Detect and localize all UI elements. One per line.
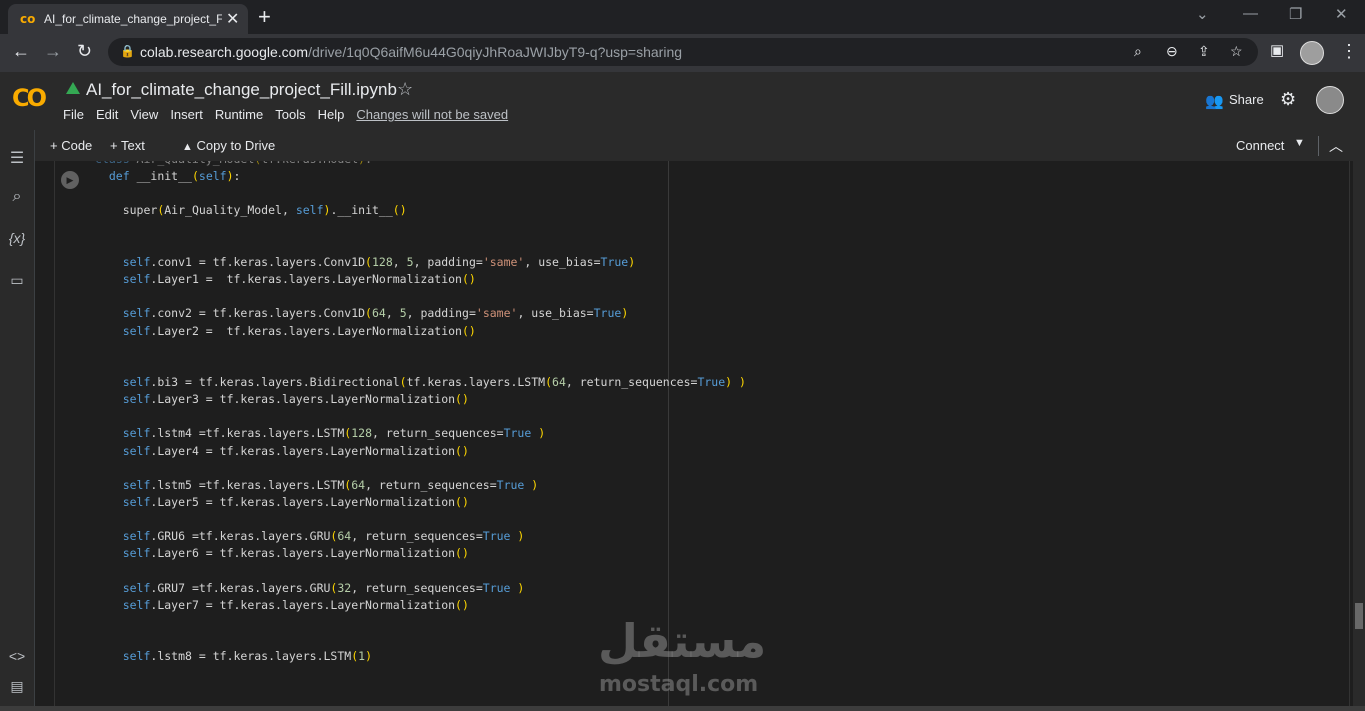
add-code-button[interactable]: + Code [50, 138, 92, 153]
code-line[interactable]: self.Layer2 = tf.keras.layers.LayerNorma… [95, 324, 476, 338]
omnibox[interactable]: 🔒 colab.research.google.com/drive/1q0Q6a… [108, 38, 1258, 66]
profile-avatar[interactable] [1300, 41, 1324, 65]
star-icon[interactable]: ☆ [397, 79, 413, 100]
code-line[interactable]: self.GRU7 =tf.keras.layers.GRU(32, retur… [95, 581, 525, 595]
browser-tab[interactable]: co AI_for_climate_change_project_Fi ✕ [8, 4, 248, 34]
code-line[interactable]: super(Air_Quality_Model, self).__init__(… [95, 203, 407, 217]
address-bar: ← → ↻ 🔒 colab.research.google.com/drive/… [0, 34, 1365, 72]
connect-button[interactable]: Connect [1236, 138, 1284, 153]
search-icon[interactable]: ⌕ [1134, 43, 1142, 60]
people-icon[interactable]: 👥 [1205, 92, 1224, 110]
unsaved-notice[interactable]: Changes will not be saved [356, 107, 508, 122]
watermark-latin: mostaql.com [599, 672, 759, 697]
code-line[interactable]: self.Layer5 = tf.keras.layers.LayerNorma… [95, 495, 469, 509]
copy-to-drive-button[interactable]: ▲ Copy to Drive [182, 138, 275, 153]
search-icon[interactable]: ⌕ [7, 188, 27, 206]
code-line[interactable]: self.lstm5 =tf.keras.layers.LSTM(64, ret… [95, 478, 539, 492]
code-line[interactable]: class Air_Quality_Model(tf.keras.Model): [95, 161, 372, 166]
terminal-icon[interactable]: ▤ [7, 678, 27, 695]
close-tab-icon[interactable]: ✕ [226, 9, 239, 29]
colab-favicon-icon: co [20, 12, 36, 26]
share-button[interactable]: Share [1229, 92, 1264, 107]
watermark-arabic: مستقل [598, 614, 767, 668]
share-page-icon[interactable]: ⇪ [1198, 43, 1210, 60]
menu-edit[interactable]: Edit [96, 107, 118, 122]
minimize-icon[interactable]: — [1243, 5, 1258, 22]
code-line[interactable]: self.lstm8 = tf.keras.layers.LSTM(1) [95, 649, 372, 663]
code-line[interactable]: self.GRU6 =tf.keras.layers.GRU(64, retur… [95, 529, 525, 543]
code-line[interactable]: self.Layer3 = tf.keras.layers.LayerNorma… [95, 392, 469, 406]
menu-tools[interactable]: Tools [275, 107, 305, 122]
browser-menu-icon[interactable]: ⋮ [1340, 41, 1358, 62]
vertical-scrollbar[interactable] [1353, 161, 1365, 708]
zoom-icon[interactable]: ⊖ [1166, 43, 1178, 60]
add-text-button[interactable]: + Text [110, 138, 145, 153]
code-line[interactable]: self.Layer4 = tf.keras.layers.LayerNorma… [95, 444, 469, 458]
tab-search-icon[interactable]: ⌄ [1196, 5, 1209, 23]
side-panel-icon[interactable]: ▣ [1270, 41, 1284, 59]
toolbar-divider [1318, 136, 1319, 156]
colab-header: CO AI_for_climate_change_project_Fill.ip… [0, 72, 1365, 130]
table-of-contents-icon[interactable]: ☰ [7, 148, 27, 168]
run-cell-button[interactable]: ▶ [61, 171, 79, 189]
menu-bar: File Edit View Insert Runtime Tools Help Change… [63, 107, 520, 122]
window-close-icon[interactable]: ✕ [1335, 5, 1348, 23]
code-line[interactable]: self.Layer6 = tf.keras.layers.LayerNorma… [95, 546, 469, 560]
back-icon[interactable]: ← [12, 41, 30, 62]
lock-icon[interactable]: 🔒 [120, 44, 135, 58]
user-avatar[interactable] [1316, 86, 1344, 114]
menu-help[interactable]: Help [318, 107, 345, 122]
code-line[interactable]: self.Layer1 = tf.keras.layers.LayerNorma… [95, 272, 476, 286]
restore-icon[interactable]: ❐ [1289, 5, 1302, 23]
code-line[interactable]: self.lstm4 =tf.keras.layers.LSTM(128, re… [95, 426, 545, 440]
drive-small-icon: ▲ [182, 141, 193, 153]
browser-tab-strip: co AI_for_climate_change_project_Fi ✕ + … [0, 0, 1365, 34]
code-line[interactable]: self.Layer7 = tf.keras.layers.LayerNorma… [95, 598, 469, 612]
collapse-header-icon[interactable]: ︿ [1329, 136, 1343, 156]
connect-dropdown-icon[interactable]: ▼ [1294, 137, 1305, 149]
notebook-title[interactable]: AI_for_climate_change_project_Fill.ipynb [86, 80, 397, 100]
gear-icon[interactable]: ⚙ [1280, 89, 1296, 110]
drive-icon[interactable] [66, 82, 80, 94]
url-text[interactable]: colab.research.google.com/drive/1q0Q6aif… [140, 44, 682, 60]
colab-logo-icon[interactable]: CO [12, 84, 47, 112]
menu-file[interactable]: File [63, 107, 84, 122]
bottom-status-strip [0, 706, 1365, 711]
forward-icon[interactable]: → [44, 41, 62, 62]
code-line[interactable]: self.conv2 = tf.keras.layers.Conv1D(64, … [95, 306, 629, 320]
menu-view[interactable]: View [130, 107, 158, 122]
copy-to-drive-label: Copy to Drive [196, 138, 276, 153]
notebook-toolbar: + Code + Text ▲ Copy to Drive Connect ▼ … [35, 130, 1365, 162]
left-rail: ☰ ⌕ {x} ▭ <> ▤ [0, 130, 35, 708]
code-snippets-icon[interactable]: <> [7, 648, 27, 664]
code-line[interactable]: def __init__(self): [95, 169, 241, 183]
menu-runtime[interactable]: Runtime [215, 107, 263, 122]
bookmark-star-icon[interactable]: ☆ [1230, 43, 1243, 60]
files-icon[interactable]: ▭ [7, 272, 27, 289]
url-host: colab.research.google.com [140, 44, 309, 60]
variables-icon[interactable]: {x} [7, 230, 27, 246]
code-line[interactable]: self.bi3 = tf.keras.layers.Bidirectional… [95, 375, 746, 389]
new-tab-button[interactable]: + [258, 4, 271, 30]
url-path: /drive/1q0Q6aifM6u44G0qiyJhRoaJWIJbyT9-q… [308, 44, 683, 60]
tab-title: AI_for_climate_change_project_Fi [44, 12, 222, 26]
menu-insert[interactable]: Insert [170, 107, 203, 122]
code-line[interactable]: self.conv1 = tf.keras.layers.Conv1D(128,… [95, 255, 635, 269]
reload-icon[interactable]: ↻ [77, 41, 92, 62]
scrollbar-thumb[interactable] [1355, 603, 1363, 629]
